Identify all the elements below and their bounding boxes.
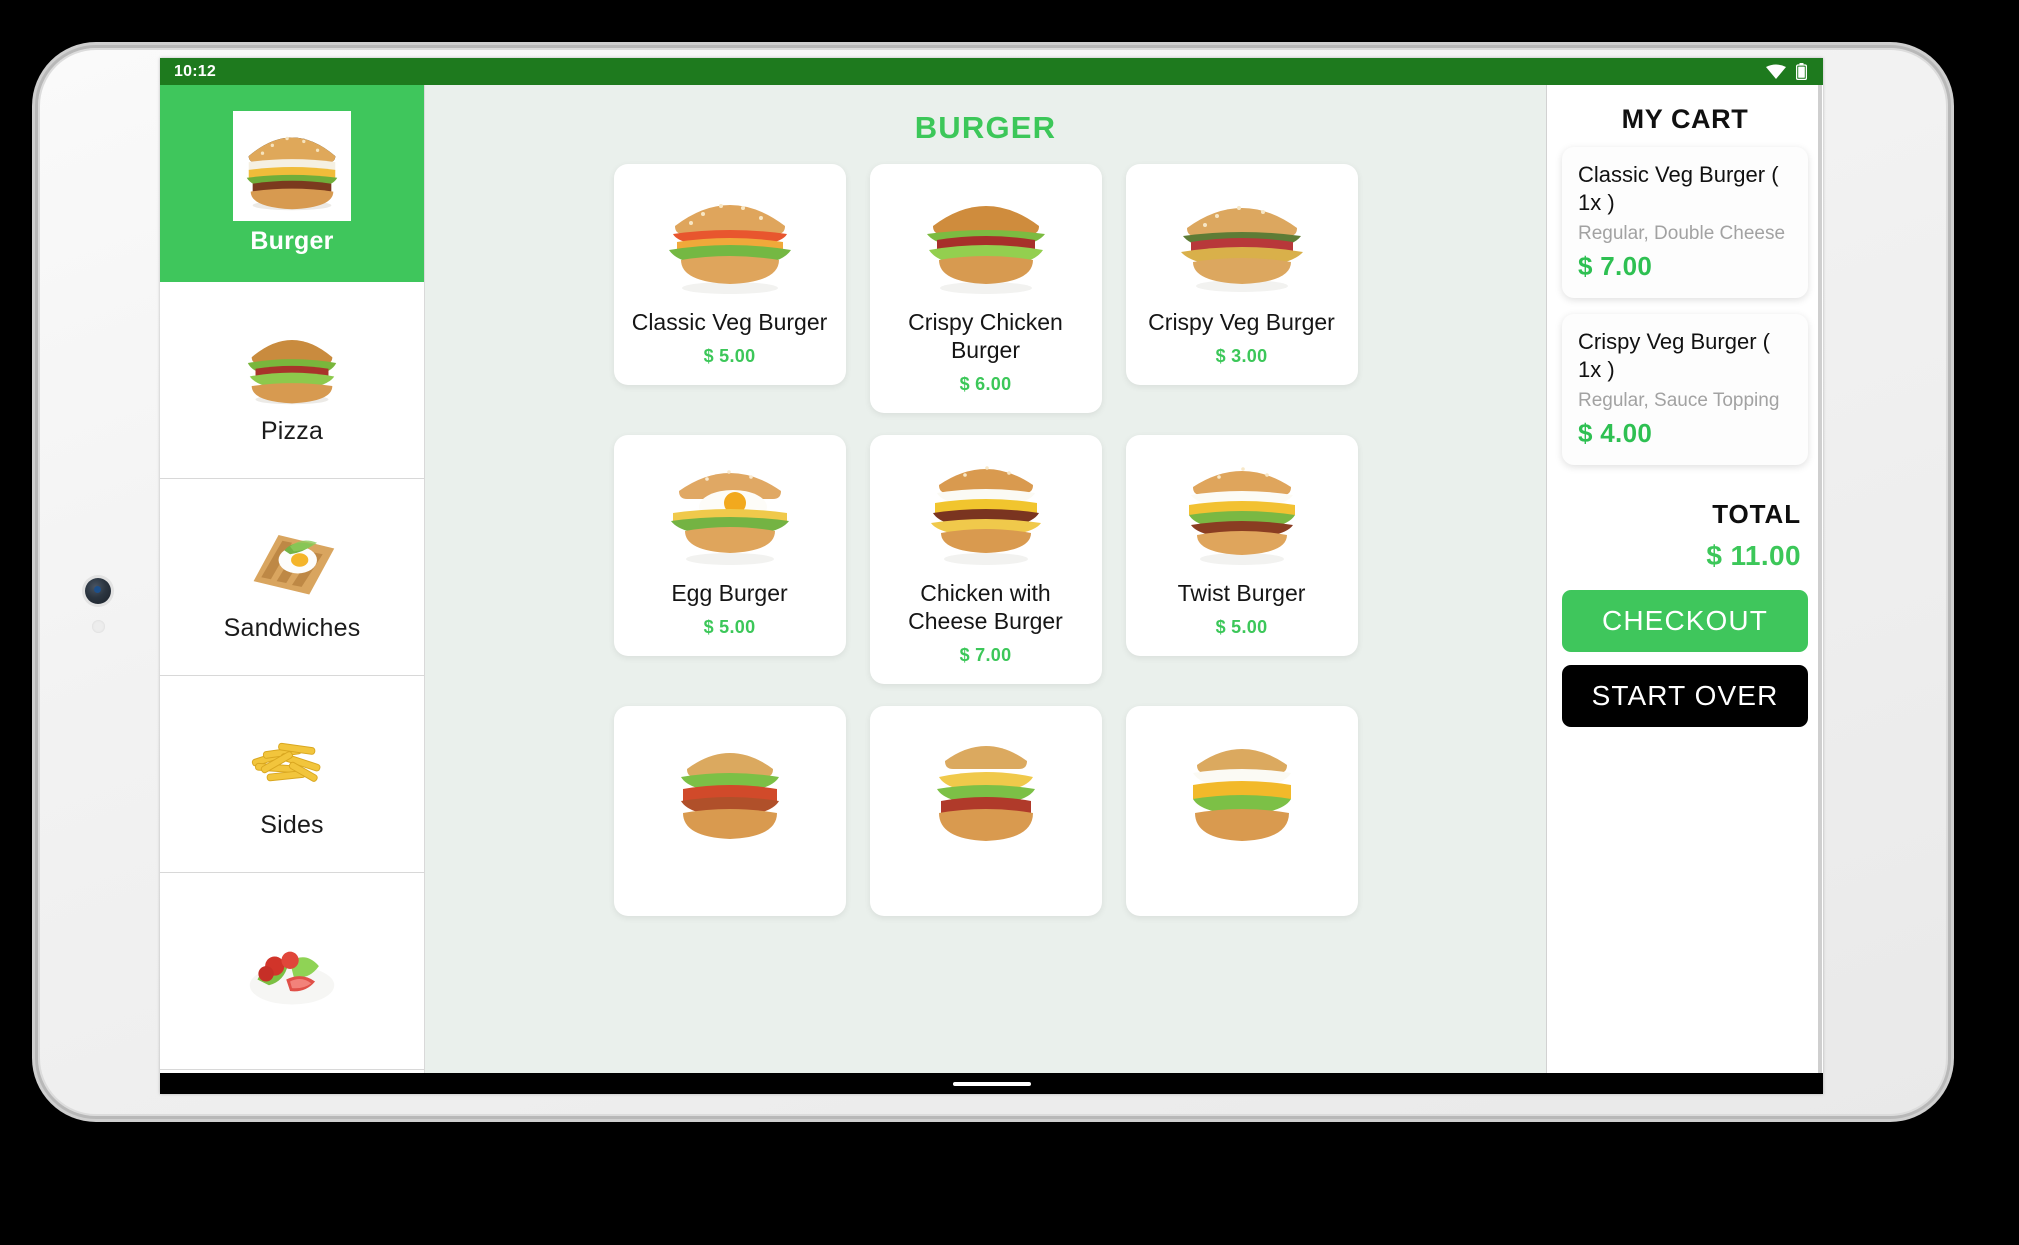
status-bar: 10:12 — [160, 58, 1823, 85]
cart-item-name: Classic Veg Burger ( 1x ) — [1578, 162, 1779, 215]
sidebar-item-sides[interactable]: Sides — [160, 676, 424, 873]
product-name: Classic Veg Burger — [631, 309, 828, 335]
product-price: $ 3.00 — [1215, 346, 1268, 367]
toast-egg-photo-icon — [233, 511, 351, 608]
cart-actions: CHECKOUT START OVER — [1547, 572, 1823, 728]
sidebar-item-label: Sides — [260, 810, 324, 839]
cart-item-price: $ 4.00 — [1578, 418, 1653, 449]
product-card[interactable]: Chicken with Cheese Burger $ 7.00 — [869, 435, 1102, 685]
classic-veg-burger-photo-icon — [655, 180, 805, 298]
product-grid: Classic Veg Burger $ 5.00 Crispy Chicken… — [425, 164, 1546, 917]
start-over-button[interactable]: START OVER — [1562, 665, 1808, 728]
sidebar-item-sandwiches[interactable]: Sandwiches — [160, 479, 424, 676]
sidebar-item-label: Pizza — [260, 416, 324, 445]
menu-area: BURGER Classic Veg Burger $ 5.00 Crispy … — [425, 85, 1546, 1073]
product-card[interactable] — [869, 706, 1102, 917]
cart-line-item[interactable]: Classic Veg Burger ( 1x ) Regular, Doubl… — [1562, 147, 1808, 299]
product-price: $ 5.00 — [703, 346, 756, 367]
product-price: $ 6.00 — [959, 374, 1012, 395]
product-card[interactable]: Twist Burger $ 5.00 — [1125, 435, 1358, 657]
wifi-icon — [1766, 64, 1786, 79]
tablet-device-frame: 10:12 Burger Pizza Sandwiches Sides BURG… — [38, 48, 1948, 1116]
product-card[interactable]: Egg Burger $ 5.00 — [613, 435, 846, 657]
cart-item-list: Classic Veg Burger ( 1x ) Regular, Doubl… — [1547, 147, 1823, 466]
cart-scrollbar[interactable] — [1818, 85, 1822, 1073]
home-indicator[interactable] — [952, 1081, 1031, 1086]
product-name: Egg Burger — [671, 580, 788, 607]
status-clock: 10:12 — [174, 62, 216, 80]
product-price: $ 5.00 — [703, 617, 756, 638]
product-card[interactable]: Classic Veg Burger $ 5.00 — [613, 164, 846, 386]
product-name: Crispy Veg Burger — [1148, 309, 1335, 335]
cheese-melt-burger-photo-icon — [1167, 722, 1317, 872]
product-name: Crispy Chicken Burger — [908, 309, 1063, 364]
tall-veg-burger-photo-icon — [911, 722, 1061, 872]
cart-item-price: $ 7.00 — [1578, 251, 1653, 282]
burger-photo-icon — [233, 111, 351, 221]
cart-line-item[interactable]: Crispy Veg Burger ( 1x ) Regular, Sauce … — [1562, 314, 1808, 466]
total-label: TOTAL — [1712, 499, 1801, 530]
sidebar-item-label: Burger — [250, 227, 334, 255]
crispy-veg-burger-photo-icon — [1167, 180, 1317, 298]
product-card[interactable] — [1125, 706, 1358, 917]
product-price: $ 7.00 — [959, 645, 1012, 666]
sidebar-item-salad[interactable] — [160, 873, 424, 1070]
ambient-light-sensor — [92, 620, 105, 633]
total-value: $ 11.00 — [1706, 540, 1801, 572]
salad-photo-icon — [233, 920, 351, 1016]
crispy-chicken-burger-photo-icon — [911, 180, 1061, 298]
product-card[interactable] — [613, 706, 846, 917]
product-name: Twist Burger — [1177, 580, 1306, 607]
cart-item-options: Regular, Double Cheese — [1578, 222, 1786, 244]
page-title: BURGER — [914, 110, 1057, 145]
sidebar-item-pizza[interactable]: Pizza — [160, 282, 424, 479]
product-card[interactable]: Crispy Chicken Burger $ 6.00 — [869, 164, 1102, 414]
category-sidebar[interactable]: Burger Pizza Sandwiches Sides — [160, 85, 425, 1073]
fries-photo-icon — [233, 708, 351, 805]
cart-item-options: Regular, Sauce Topping — [1578, 390, 1780, 412]
sidebar-item-label: Sandwiches — [223, 613, 361, 642]
app-body: Burger Pizza Sandwiches Sides BURGER Cla… — [160, 85, 1823, 1073]
status-icon-group — [1766, 63, 1807, 80]
product-price: $ 5.00 — [1215, 617, 1268, 638]
product-card[interactable]: Crispy Veg Burger $ 3.00 — [1125, 164, 1358, 386]
front-camera-lens — [85, 578, 111, 604]
tablet-screen: 10:12 Burger Pizza Sandwiches Sides BURG… — [160, 58, 1823, 1094]
cart-total-block: TOTAL $ 11.00 — [1547, 499, 1823, 572]
chicken-cheese-burger-photo-icon — [911, 451, 1061, 569]
burger-photo-icon — [233, 314, 351, 411]
cart-item-name: Crispy Veg Burger ( 1x ) — [1578, 329, 1770, 383]
sidebar-item-burger[interactable]: Burger — [160, 85, 424, 282]
system-navigation-bar — [160, 1073, 1823, 1094]
bacon-burger-photo-icon — [655, 722, 805, 872]
twist-burger-photo-icon — [1167, 451, 1317, 569]
battery-icon — [1796, 63, 1807, 80]
checkout-button[interactable]: CHECKOUT — [1562, 590, 1808, 653]
egg-burger-photo-icon — [655, 451, 805, 569]
cart-panel: MY CART Classic Veg Burger ( 1x ) Regula… — [1546, 85, 1823, 1073]
cart-title: MY CART — [1621, 104, 1749, 134]
product-name: Chicken with Cheese Burger — [908, 580, 1063, 635]
